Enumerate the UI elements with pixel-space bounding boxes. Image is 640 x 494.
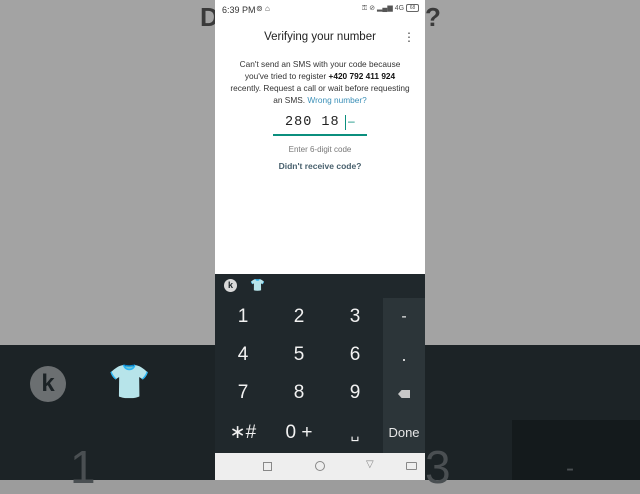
key-0-plus[interactable]: 0 + [271, 414, 327, 452]
background-shirt-icon: 👕 [108, 363, 151, 401]
done-button[interactable]: Done [383, 414, 425, 452]
key-9[interactable]: 9 [327, 374, 383, 412]
dnd-icon: ⊘ [369, 5, 376, 12]
code-input[interactable]: 280 18 – [273, 112, 367, 136]
text-cursor [345, 115, 346, 130]
key-1[interactable]: 1 [215, 298, 271, 336]
page-title: Verifying your number [264, 31, 376, 43]
background-title-right: ? [425, 2, 441, 32]
recents-icon[interactable] [263, 462, 272, 471]
status-bar: 6:39 PM ⊚ ⌂ ⚿ ⊘ ▂▄▆ 4G 68 [215, 0, 425, 20]
key-7[interactable]: 7 [215, 374, 271, 412]
key-2[interactable]: 2 [271, 298, 327, 336]
home-icon: ⌂ [264, 4, 270, 13]
signal-icon: ▂▄▆ [377, 5, 393, 12]
shirt-icon[interactable]: 👕 [250, 278, 265, 292]
battery-level: 68 [409, 5, 416, 12]
code-placeholder: – [348, 114, 355, 128]
key-period[interactable]: . [383, 336, 425, 374]
keyboard-switch-icon[interactable] [406, 462, 417, 470]
backspace-icon [398, 390, 410, 398]
back-icon[interactable]: ▽ [366, 459, 374, 470]
status-time: 6:39 PM [222, 5, 256, 15]
key-star-hash[interactable]: ∗# [215, 414, 271, 452]
key-backspace[interactable] [383, 374, 425, 412]
background-key-right: 3 [425, 441, 451, 493]
more-vert-icon[interactable]: ⋮ [403, 31, 415, 43]
info-message: Can't send an SMS with your code because… [229, 58, 411, 106]
key-5[interactable]: 5 [271, 336, 327, 374]
numeric-keyboard: k 👕 1 2 3 4 5 6 7 8 9 ∗# 0 + ␣ - . Done [215, 274, 425, 453]
background-key-left: 1 [70, 441, 96, 493]
background-key-panel [512, 420, 640, 480]
code-hint: Enter 6-digit code [288, 145, 352, 154]
background-dash: - [566, 455, 574, 482]
code-value: 280 18 [285, 115, 340, 130]
didnt-receive-code-link[interactable]: Didn't receive code? [215, 161, 425, 171]
network-type: 4G [394, 5, 405, 12]
key-6[interactable]: 6 [327, 336, 383, 374]
key-4[interactable]: 4 [215, 336, 271, 374]
phone-screen: 6:39 PM ⊚ ⌂ ⚿ ⊘ ▂▄▆ 4G 68 Verifying your… [215, 0, 425, 480]
background-kika-icon: k [30, 366, 66, 402]
key-dash[interactable]: - [383, 298, 425, 336]
location-icon: ⊚ [256, 4, 263, 13]
key-icon: ⚿ [361, 5, 368, 12]
key-3[interactable]: 3 [327, 298, 383, 336]
keyboard-toolbar: k 👕 [215, 274, 425, 298]
battery-icon: 68 [406, 4, 419, 13]
status-left-icons: ⊚ ⌂ [256, 4, 270, 13]
phone-number: +420 792 411 924 [328, 71, 396, 81]
status-right-icons: ⚿ ⊘ ▂▄▆ 4G 68 [362, 4, 419, 13]
navigation-bar: ▽ [215, 453, 425, 480]
key-8[interactable]: 8 [271, 374, 327, 412]
wrong-number-link[interactable]: Wrong number? [307, 95, 366, 105]
kika-logo-icon[interactable]: k [224, 279, 237, 292]
key-space[interactable]: ␣ [327, 414, 383, 452]
home-button-icon[interactable] [315, 461, 325, 471]
